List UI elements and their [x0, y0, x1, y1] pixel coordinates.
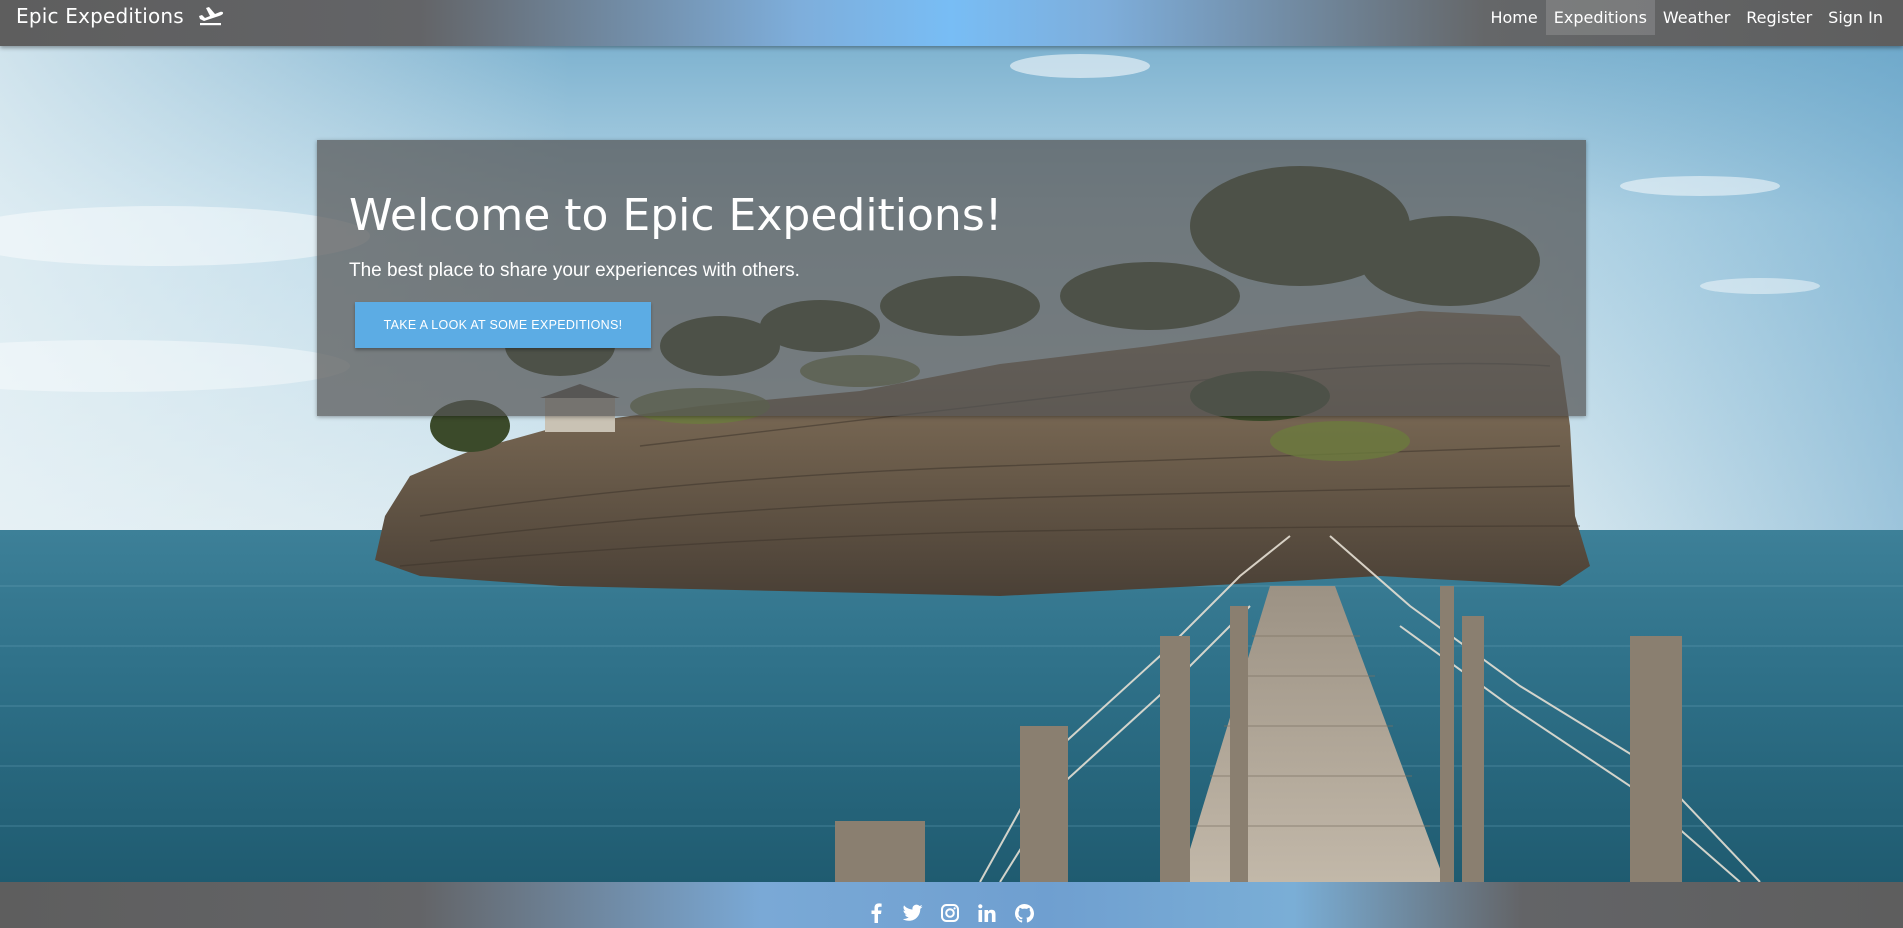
instagram-icon[interactable] — [940, 903, 960, 923]
brand-link[interactable]: Epic Expeditions — [16, 0, 224, 31]
page-subtitle: The best place to share your experiences… — [349, 260, 800, 282]
footer — [0, 882, 1903, 928]
nav-links: Home Expeditions Weather Register Sign I… — [1482, 0, 1891, 35]
plane-departure-icon — [198, 6, 224, 26]
nav-expeditions[interactable]: Expeditions — [1545, 0, 1655, 35]
nav-sign-in[interactable]: Sign In — [1820, 0, 1891, 35]
hero-section: Welcome to Epic Expeditions! The best pl… — [0, 46, 1903, 882]
nav-register[interactable]: Register — [1738, 0, 1820, 35]
welcome-jumbotron: Welcome to Epic Expeditions! The best pl… — [317, 140, 1586, 416]
facebook-icon[interactable] — [866, 903, 886, 923]
brand-name: Epic Expeditions — [16, 3, 184, 28]
page-title: Welcome to Epic Expeditions! — [349, 190, 1003, 241]
navbar: Epic Expeditions Home Expeditions Weathe… — [0, 0, 1903, 46]
nav-weather[interactable]: Weather — [1655, 0, 1738, 35]
github-icon[interactable] — [1014, 903, 1034, 923]
linkedin-icon[interactable] — [977, 903, 997, 923]
browse-expeditions-button[interactable]: TAKE A LOOK AT SOME EXPEDITIONS! — [355, 302, 651, 349]
nav-home[interactable]: Home — [1482, 0, 1545, 35]
social-links — [866, 903, 1034, 923]
twitter-icon[interactable] — [903, 903, 923, 923]
